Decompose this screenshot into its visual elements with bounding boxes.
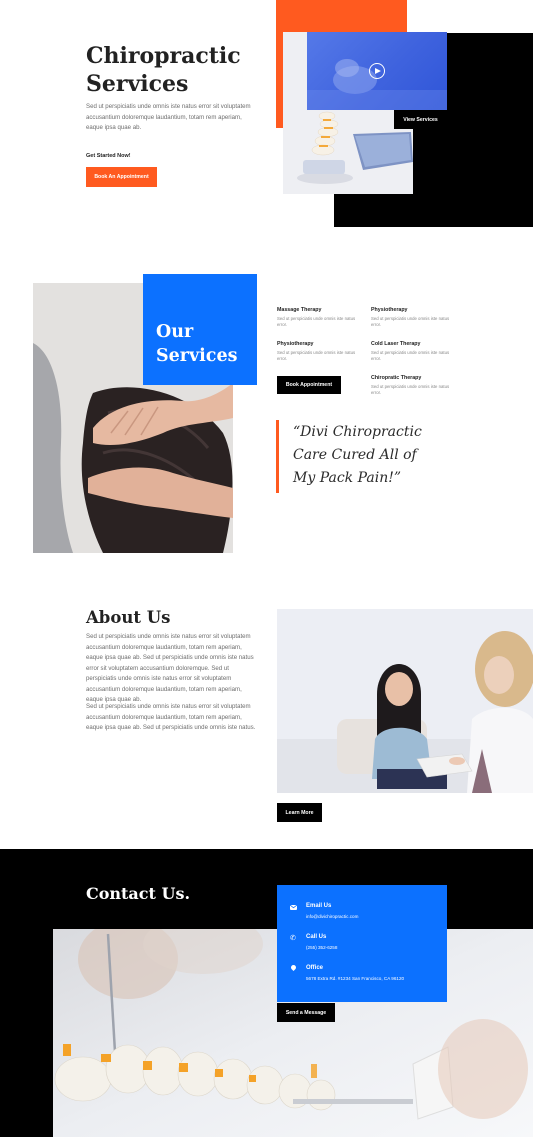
send-message-button[interactable]: Send a Message <box>277 1003 335 1022</box>
book-appointment-hero-button[interactable]: Book An Appointment <box>86 167 157 187</box>
service-title: Massage Therapy <box>277 307 322 313</box>
service-desc: Sed ut perspiciatis unde omnis iste natu… <box>277 316 356 328</box>
service-desc: Sed ut perspiciatis unde omnis iste natu… <box>277 350 356 362</box>
service-title: Physiotherapy <box>277 341 314 347</box>
service-desc: Sed ut perspiciatis unde omnis iste natu… <box>371 350 450 362</box>
about-paragraph-2: Sed ut perspiciatis unde omnis iste natu… <box>86 703 256 731</box>
quote-bar <box>276 420 279 493</box>
services-heading: Our Services <box>156 320 237 368</box>
email-value[interactable]: info@divichiropractic.com <box>306 914 358 919</box>
book-appointment-button[interactable]: Book Appointment <box>277 376 341 394</box>
service-item: Cold Laser Therapy Sed ut perspiciatis u… <box>371 341 451 363</box>
hero-title: Chiropractic Services <box>86 42 276 98</box>
service-item: Physiotherapy Sed ut perspiciatis unde o… <box>277 341 357 363</box>
email-icon <box>290 905 297 910</box>
contact-title: Contact Us. <box>86 884 191 903</box>
office-label: Office <box>306 965 324 971</box>
office-value: 5678 Extra Rd. #1234 San Francisco, CA 9… <box>306 976 405 981</box>
contact-card: Email Us info@divichiropractic.com ✆ Cal… <box>277 885 447 1002</box>
hero-title-line1: Chiropractic <box>86 43 241 69</box>
hero-video-thumbnail[interactable] <box>307 32 447 110</box>
service-item: Chiropratic Therapy Sed ut perspiciatis … <box>371 375 451 397</box>
service-item: Massage Therapy Sed ut perspiciatis unde… <box>277 307 357 329</box>
service-title: Physiotherapy <box>371 307 408 313</box>
about-paragraph-1: Sed ut perspiciatis unde omnis iste natu… <box>86 633 254 703</box>
hero-description: Sed ut perspiciatis unde omnis iste natu… <box>86 103 251 131</box>
service-title: Cold Laser Therapy <box>371 341 421 347</box>
services-heading-line2: Services <box>156 346 238 366</box>
services-heading-box: Our Services <box>143 274 257 385</box>
service-desc: Sed ut perspiciatis unde omnis iste natu… <box>371 316 450 328</box>
about-title: About Us <box>86 608 171 627</box>
email-label: Email Us <box>306 903 332 909</box>
location-pin-icon <box>289 963 298 972</box>
services-heading-line1: Our <box>156 322 194 342</box>
service-desc: Sed ut perspiciatis unde omnis iste natu… <box>371 384 450 396</box>
testimonial-quote: “Divi Chiropractic Care Cured All of My … <box>293 424 422 486</box>
call-value[interactable]: (255) 352-6258 <box>306 945 337 950</box>
learn-more-button[interactable]: Learn More <box>277 803 322 822</box>
service-title: Chiropratic Therapy <box>371 375 422 381</box>
play-icon[interactable] <box>369 63 385 79</box>
phone-icon: ✆ <box>290 935 296 942</box>
view-services-button[interactable]: View Services <box>394 110 447 129</box>
hero-title-line2: Services <box>86 71 189 97</box>
call-label: Call Us <box>306 934 327 940</box>
consultation-photo <box>277 609 533 793</box>
service-item: Physiotherapy Sed ut perspiciatis unde o… <box>371 307 451 329</box>
get-started-label: Get Started Now! <box>86 153 131 159</box>
